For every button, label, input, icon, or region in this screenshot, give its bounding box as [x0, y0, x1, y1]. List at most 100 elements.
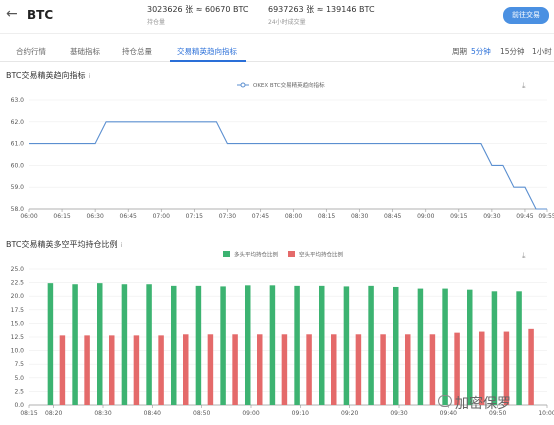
bar-long	[393, 286, 399, 405]
bar-short	[183, 334, 189, 405]
bar-short	[355, 334, 362, 405]
bar-long	[417, 288, 424, 405]
tab-open-interest[interactable]: 持仓总量	[122, 46, 152, 57]
bar-long	[269, 285, 276, 405]
bar-long	[442, 288, 448, 405]
x-tick-label: 08:20	[45, 410, 62, 417]
x-tick-label: 09:20	[341, 410, 358, 417]
y-tick-label: 12.5	[11, 334, 25, 341]
bar-short	[331, 334, 337, 405]
tab-basic-indicators[interactable]: 基础指标	[70, 46, 100, 57]
bar-short	[207, 334, 214, 405]
bar-long	[368, 285, 374, 405]
y-tick-label: 58.0	[11, 206, 25, 213]
legend-label: OKEX BTC交易精英趋向指标	[253, 81, 325, 89]
x-tick-label: 06:00	[20, 213, 37, 218]
x-tick-label: 07:45	[252, 213, 269, 218]
x-tick-label: 08:15	[318, 213, 335, 218]
y-tick-label: 5.0	[14, 375, 24, 382]
watermark: 加密保罗	[455, 396, 511, 412]
y-tick-label: 22.5	[11, 280, 25, 287]
bar-long	[516, 291, 522, 405]
bar-short	[133, 335, 140, 405]
x-tick-label: 07:30	[219, 213, 236, 218]
x-tick-label: 09:45	[516, 213, 533, 218]
active-tab-indicator	[170, 60, 246, 62]
x-tick-label: 09:00	[417, 213, 434, 218]
bar-short	[429, 334, 436, 405]
bar-long	[146, 284, 152, 405]
y-tick-label: 61.0	[11, 141, 25, 148]
y-tick-label: 15.0	[11, 320, 25, 327]
bar-long	[245, 285, 251, 405]
bar-short	[158, 335, 164, 405]
bar-long	[491, 291, 498, 405]
trade-button[interactable]: 前往交易	[503, 7, 549, 24]
tab-elite-trend[interactable]: 交易精英趋向指标	[177, 46, 237, 57]
bar-short	[109, 335, 115, 405]
x-tick-label: 09:10	[292, 410, 309, 417]
legend-marker	[240, 82, 246, 88]
page-title: BTC	[27, 8, 54, 22]
x-tick-label: 09:30	[390, 410, 407, 417]
y-tick-label: 2.5	[14, 388, 24, 395]
x-tick-label: 09:15	[450, 213, 467, 218]
open-interest-stat: 3023626 张 ≈ 60670 BTC 持仓量	[147, 4, 248, 26]
back-arrow-icon[interactable]: ←	[6, 6, 18, 22]
bar-long	[467, 289, 473, 405]
bar-short	[306, 334, 312, 405]
bar-long	[97, 283, 103, 405]
bar-short	[84, 335, 90, 405]
y-tick-label: 60.0	[11, 162, 25, 169]
bar-long	[195, 285, 202, 405]
bar-short	[528, 328, 534, 405]
x-tick-label: 06:45	[120, 213, 137, 218]
y-tick-label: 17.5	[11, 307, 25, 314]
trend-line-chart: OKEX BTC交易精英趋向指标 63.0 62.0 61.0 60.0 59.0 58.0…	[11, 81, 554, 218]
volume-value: 6937263 张 ≈ 139146 BTC	[268, 5, 375, 14]
x-tick-label: 10:00	[538, 410, 554, 417]
legend-label-long: 多头平均持仓比例	[234, 251, 279, 259]
tab-market[interactable]: 合约行情	[16, 46, 46, 57]
x-tick-label: 07:15	[186, 213, 203, 218]
x-tick-label: 08:30	[351, 213, 368, 218]
bar-long	[343, 286, 350, 405]
x-tick-label: 08:30	[94, 410, 111, 417]
x-tick-label: 07:00	[153, 213, 170, 218]
x-tick-label: 09:30	[483, 213, 500, 218]
x-tick-label: 09:00	[242, 410, 259, 417]
bar-short	[257, 334, 263, 405]
y-tick-label: 63.0	[11, 97, 25, 104]
bar-short	[281, 334, 288, 405]
x-tick-label: 08:50	[193, 410, 210, 417]
legend-swatch-long	[223, 251, 230, 257]
x-tick-label: 08:40	[144, 410, 161, 417]
bar-short	[380, 334, 386, 405]
period-1hour[interactable]: 1小时	[532, 46, 552, 57]
x-tick-label: 06:15	[53, 213, 70, 218]
open-interest-value: 3023626 张 ≈ 60670 BTC	[147, 5, 249, 14]
legend-label-short: 空头平均持仓比例	[299, 251, 344, 259]
bar-long	[171, 285, 177, 405]
y-tick-label: 59.0	[11, 184, 25, 191]
x-tick-label: 08:00	[285, 213, 302, 218]
period-5min[interactable]: 5分钟	[471, 46, 491, 57]
bar-long	[294, 285, 300, 405]
bar-long	[220, 286, 226, 405]
y-tick-label: 25.0	[11, 266, 25, 273]
bar-short	[405, 334, 411, 405]
bar-long	[72, 284, 78, 405]
wechat-logo-icon	[438, 395, 452, 407]
x-tick-label: 08:15	[20, 410, 37, 417]
top-bar: ← BTC 3023626 张 ≈ 60670 BTC 持仓量 6937263 …	[0, 0, 554, 34]
bar-short	[232, 334, 238, 405]
bar-long	[47, 283, 54, 405]
bar-long	[319, 285, 325, 405]
legend-swatch-short	[288, 251, 295, 257]
period-label: 周期	[452, 47, 467, 56]
volume-stat: 6937263 张 ≈ 139146 BTC 24小时成交量	[268, 4, 375, 26]
period-15min[interactable]: 15分钟	[500, 46, 525, 57]
open-interest-label: 持仓量	[147, 19, 166, 26]
x-tick-label: 06:30	[86, 213, 103, 218]
y-tick-label: 20.0	[11, 293, 25, 300]
